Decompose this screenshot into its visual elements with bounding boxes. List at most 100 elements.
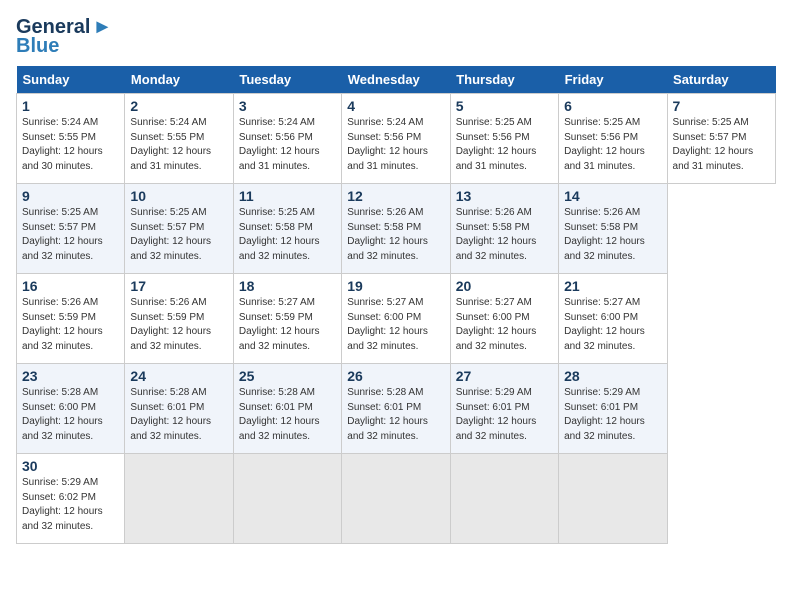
- day-number: 10: [130, 188, 227, 204]
- weekday-header-thursday: Thursday: [450, 66, 558, 94]
- day-number: 17: [130, 278, 227, 294]
- day-number: 25: [239, 368, 336, 384]
- day-number: 11: [239, 188, 336, 204]
- day-number: 9: [22, 188, 119, 204]
- calendar-day-cell: 1 Sunrise: 5:24 AMSunset: 5:55 PMDaylight…: [17, 94, 125, 184]
- day-info: Sunrise: 5:24 AMSunset: 5:56 PMDaylight:…: [347, 116, 444, 174]
- day-number: 23: [22, 368, 119, 384]
- calendar-day-cell: 14 Sunrise: 5:26 AMSunset: 5:58 PMDayligh…: [559, 184, 667, 274]
- day-number: 12: [347, 188, 444, 204]
- day-info: Sunrise: 5:25 AMSunset: 5:56 PMDaylight:…: [564, 116, 661, 174]
- calendar-day-cell: 16 Sunrise: 5:26 AMSunset: 5:59 PMDayligh…: [17, 274, 125, 364]
- day-info: Sunrise: 5:29 AMSunset: 6:01 PMDaylight:…: [564, 386, 661, 444]
- calendar-table: SundayMondayTuesdayWednesdayThursdayFrid…: [16, 66, 776, 544]
- day-number: 26: [347, 368, 444, 384]
- weekday-header-saturday: Saturday: [667, 66, 775, 94]
- calendar-day-cell: 2 Sunrise: 5:24 AMSunset: 5:55 PMDaylight…: [125, 94, 233, 184]
- day-info: Sunrise: 5:29 AMSunset: 6:02 PMDaylight:…: [22, 476, 119, 534]
- calendar-day-cell: 28 Sunrise: 5:29 AMSunset: 6:01 PMDayligh…: [559, 364, 667, 454]
- calendar-day-cell: [125, 454, 233, 544]
- day-number: 20: [456, 278, 553, 294]
- day-info: Sunrise: 5:27 AMSunset: 6:00 PMDaylight:…: [564, 296, 661, 354]
- day-number: 30: [22, 458, 119, 474]
- day-info: Sunrise: 5:28 AMSunset: 6:00 PMDaylight:…: [22, 386, 119, 444]
- day-number: 2: [130, 98, 227, 114]
- calendar-day-cell: 3 Sunrise: 5:24 AMSunset: 5:56 PMDaylight…: [233, 94, 341, 184]
- calendar-day-cell: 26 Sunrise: 5:28 AMSunset: 6:01 PMDayligh…: [342, 364, 450, 454]
- logo-blue-text: Blue: [16, 35, 59, 58]
- day-info: Sunrise: 5:24 AMSunset: 5:55 PMDaylight:…: [22, 116, 119, 174]
- day-info: Sunrise: 5:27 AMSunset: 5:59 PMDaylight:…: [239, 296, 336, 354]
- calendar-day-cell: [342, 454, 450, 544]
- day-number: 6: [564, 98, 661, 114]
- day-number: 1: [22, 98, 119, 114]
- day-number: 5: [456, 98, 553, 114]
- calendar-day-cell: 30 Sunrise: 5:29 AMSunset: 6:02 PMDayligh…: [17, 454, 125, 544]
- calendar-day-cell: 11 Sunrise: 5:25 AMSunset: 5:58 PMDayligh…: [233, 184, 341, 274]
- logo-arrow-icon: ►: [92, 16, 112, 39]
- day-info: Sunrise: 5:25 AMSunset: 5:57 PMDaylight:…: [130, 206, 227, 264]
- header: General ► Blue: [16, 16, 776, 58]
- calendar-day-cell: 13 Sunrise: 5:26 AMSunset: 5:58 PMDayligh…: [450, 184, 558, 274]
- calendar-day-cell: [559, 454, 667, 544]
- day-info: Sunrise: 5:28 AMSunset: 6:01 PMDaylight:…: [239, 386, 336, 444]
- calendar-day-cell: 27 Sunrise: 5:29 AMSunset: 6:01 PMDayligh…: [450, 364, 558, 454]
- calendar-day-cell: [450, 454, 558, 544]
- day-number: 18: [239, 278, 336, 294]
- calendar-day-cell: 25 Sunrise: 5:28 AMSunset: 6:01 PMDayligh…: [233, 364, 341, 454]
- day-number: 16: [22, 278, 119, 294]
- day-info: Sunrise: 5:24 AMSunset: 5:55 PMDaylight:…: [130, 116, 227, 174]
- day-info: Sunrise: 5:26 AMSunset: 5:58 PMDaylight:…: [456, 206, 553, 264]
- day-number: 24: [130, 368, 227, 384]
- calendar-day-cell: 20Sunrise: 5:27 AMSunset: 6:00 PMDayligh…: [450, 274, 558, 364]
- day-info: Sunrise: 5:25 AMSunset: 5:58 PMDaylight:…: [239, 206, 336, 264]
- day-info: Sunrise: 5:26 AMSunset: 5:58 PMDaylight:…: [564, 206, 661, 264]
- weekday-header-tuesday: Tuesday: [233, 66, 341, 94]
- calendar-day-cell: 19 Sunrise: 5:27 AMSunset: 6:00 PMDayligh…: [342, 274, 450, 364]
- calendar-day-cell: 9 Sunrise: 5:25 AMSunset: 5:57 PMDaylight…: [17, 184, 125, 274]
- day-info: Sunrise: 5:25 AMSunset: 5:56 PMDaylight:…: [456, 116, 553, 174]
- weekday-header-row: SundayMondayTuesdayWednesdayThursdayFrid…: [17, 66, 776, 94]
- day-number: 19: [347, 278, 444, 294]
- day-info: Sunrise: 5:26 AMSunset: 5:59 PMDaylight:…: [22, 296, 119, 354]
- calendar-week-row: 30 Sunrise: 5:29 AMSunset: 6:02 PMDayligh…: [17, 454, 776, 544]
- calendar-week-row: 9 Sunrise: 5:25 AMSunset: 5:57 PMDaylight…: [17, 184, 776, 274]
- weekday-header-monday: Monday: [125, 66, 233, 94]
- calendar-day-cell: 24 Sunrise: 5:28 AMSunset: 6:01 PMDayligh…: [125, 364, 233, 454]
- day-info: Sunrise: 5:25 AMSunset: 5:57 PMDaylight:…: [22, 206, 119, 264]
- logo: General ► Blue: [16, 16, 112, 58]
- day-info: Sunrise: 5:25 AMSunset: 5:57 PMDaylight:…: [673, 116, 770, 174]
- day-number: 21: [564, 278, 661, 294]
- calendar-day-cell: 5 Sunrise: 5:25 AMSunset: 5:56 PMDaylight…: [450, 94, 558, 184]
- day-info: Sunrise: 5:28 AMSunset: 6:01 PMDaylight:…: [347, 386, 444, 444]
- calendar-day-cell: 17 Sunrise: 5:26 AMSunset: 5:59 PMDayligh…: [125, 274, 233, 364]
- day-info: Sunrise: 5:28 AMSunset: 6:01 PMDaylight:…: [130, 386, 227, 444]
- calendar-day-cell: 12 Sunrise: 5:26 AMSunset: 5:58 PMDayligh…: [342, 184, 450, 274]
- calendar-day-cell: 4 Sunrise: 5:24 AMSunset: 5:56 PMDaylight…: [342, 94, 450, 184]
- calendar-day-cell: [233, 454, 341, 544]
- day-number: 3: [239, 98, 336, 114]
- day-number: 13: [456, 188, 553, 204]
- day-info: Sunrise: 5:29 AMSunset: 6:01 PMDaylight:…: [456, 386, 553, 444]
- calendar-day-cell: 7 Sunrise: 5:25 AMSunset: 5:57 PMDaylight…: [667, 94, 775, 184]
- calendar-day-cell: 10 Sunrise: 5:25 AMSunset: 5:57 PMDayligh…: [125, 184, 233, 274]
- calendar-week-row: 23 Sunrise: 5:28 AMSunset: 6:00 PMDayligh…: [17, 364, 776, 454]
- day-number: 4: [347, 98, 444, 114]
- calendar-day-cell: 23 Sunrise: 5:28 AMSunset: 6:00 PMDayligh…: [17, 364, 125, 454]
- day-number: 28: [564, 368, 661, 384]
- calendar-day-cell: 18 Sunrise: 5:27 AMSunset: 5:59 PMDayligh…: [233, 274, 341, 364]
- day-info: Sunrise: 5:27 AMSunset: 6:00 PMDaylight:…: [347, 296, 444, 354]
- weekday-header-wednesday: Wednesday: [342, 66, 450, 94]
- calendar-day-cell: 21 Sunrise: 5:27 AMSunset: 6:00 PMDayligh…: [559, 274, 667, 364]
- day-number: 14: [564, 188, 661, 204]
- calendar-day-cell: 6 Sunrise: 5:25 AMSunset: 5:56 PMDaylight…: [559, 94, 667, 184]
- day-number: 7: [673, 98, 770, 114]
- day-number: 27: [456, 368, 553, 384]
- day-info: Sunrise: 5:26 AMSunset: 5:59 PMDaylight:…: [130, 296, 227, 354]
- calendar-week-row: 1 Sunrise: 5:24 AMSunset: 5:55 PMDaylight…: [17, 94, 776, 184]
- day-info: Sunrise: 5:24 AMSunset: 5:56 PMDaylight:…: [239, 116, 336, 174]
- calendar-week-row: 16 Sunrise: 5:26 AMSunset: 5:59 PMDayligh…: [17, 274, 776, 364]
- day-info: Sunrise: 5:26 AMSunset: 5:58 PMDaylight:…: [347, 206, 444, 264]
- weekday-header-sunday: Sunday: [17, 66, 125, 94]
- weekday-header-friday: Friday: [559, 66, 667, 94]
